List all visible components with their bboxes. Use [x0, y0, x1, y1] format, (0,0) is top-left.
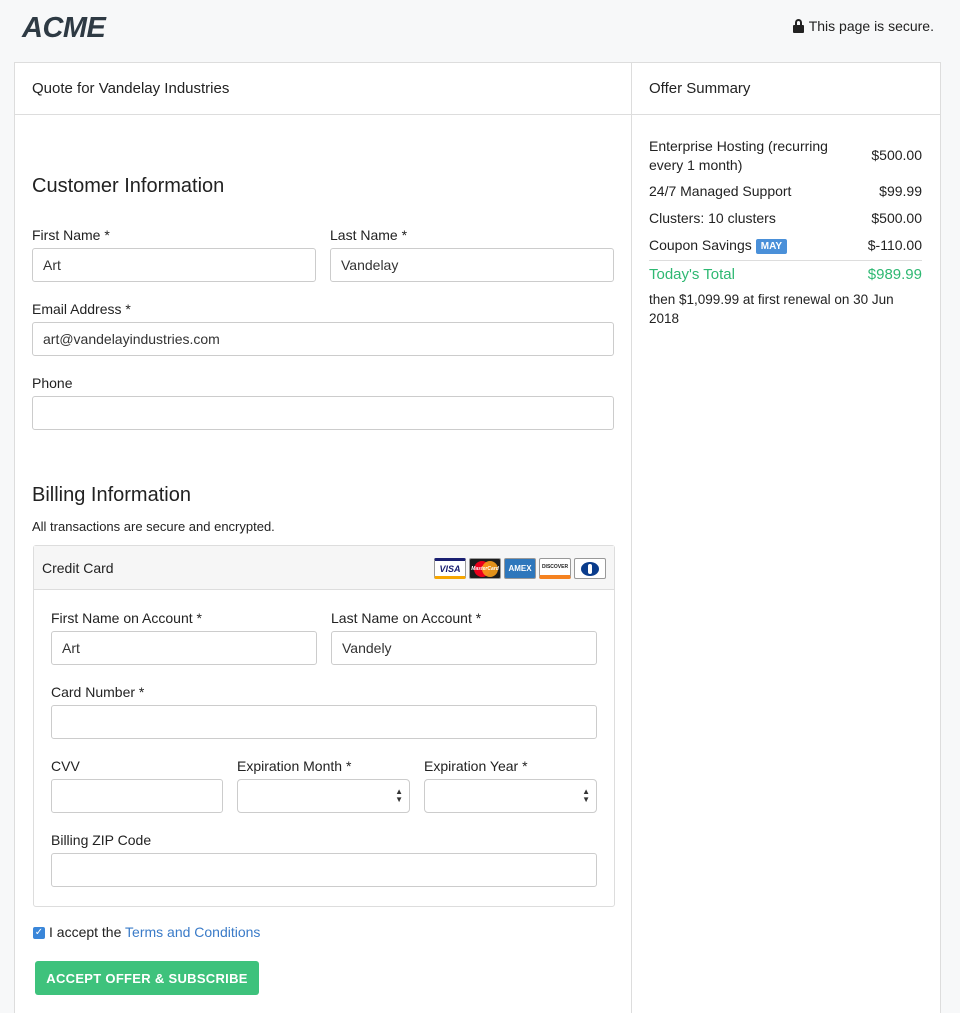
- total-label: Today's Total: [649, 266, 735, 283]
- panel-title: Quote for Vandelay Industries: [15, 63, 631, 115]
- total-amount: $989.99: [867, 266, 922, 283]
- last-name-input[interactable]: Vandelay: [330, 248, 614, 282]
- zip-input[interactable]: [51, 853, 597, 887]
- secure-notice: This page is secure.: [792, 18, 934, 34]
- summary-divider: [649, 260, 922, 261]
- expiration-month-select[interactable]: ▲ ▼: [237, 779, 410, 813]
- secure-text: This page is secure.: [808, 18, 934, 34]
- expiration-month-label: Expiration Month *: [237, 758, 352, 774]
- phone-label: Phone: [32, 375, 73, 391]
- todays-total: Today's Total $989.99: [649, 266, 922, 283]
- acme-logo: ACME: [22, 12, 106, 44]
- zip-label: Billing ZIP Code: [51, 832, 152, 848]
- last-name-label: Last Name *: [330, 227, 408, 243]
- line-item-amount: $500.00: [871, 210, 922, 226]
- line-item-label: Coupon Savings MAY: [649, 237, 788, 254]
- line-item-amount: $-110.00: [867, 237, 922, 253]
- cvv-label: CVV: [51, 758, 80, 774]
- line-item-label: 24/7 Managed Support: [649, 183, 792, 199]
- diners-club-icon: [574, 558, 606, 579]
- line-item-amount: $99.99: [879, 183, 922, 199]
- expiration-year-select[interactable]: ▲ ▼: [424, 779, 597, 813]
- terms-checkbox[interactable]: ✓: [33, 927, 45, 939]
- offer-summary-title: Offer Summary: [632, 63, 940, 115]
- discover-icon: DISCOVER: [539, 558, 571, 579]
- select-arrows-icon: ▲ ▼: [582, 787, 590, 804]
- first-name-input[interactable]: Art: [32, 248, 316, 282]
- card-logos: VISA MasterCard AMEX DISCOVER: [434, 558, 606, 579]
- summary-line-item: Coupon Savings MAY $-110.00: [649, 237, 922, 254]
- terms-link[interactable]: Terms and Conditions: [125, 924, 260, 940]
- lock-icon: [792, 19, 804, 33]
- line-item-amount: $500.00: [871, 147, 922, 163]
- email-label: Email Address *: [32, 301, 131, 317]
- line-item-label: Enterprise Hosting (recurring every 1 mo…: [649, 138, 828, 173]
- account-last-name-input[interactable]: Vandely: [331, 631, 597, 665]
- phone-input[interactable]: [32, 396, 614, 430]
- card-number-input[interactable]: [51, 705, 597, 739]
- billing-info-heading: Billing Information: [32, 484, 191, 506]
- billing-note: All transactions are secure and encrypte…: [32, 519, 275, 534]
- terms-label: I accept the Terms and Conditions: [49, 924, 261, 940]
- amex-icon: AMEX: [504, 558, 536, 579]
- cvv-input[interactable]: [51, 779, 223, 813]
- credit-card-header: Credit Card VISA MasterCard AMEX DISCOVE…: [34, 546, 614, 590]
- summary-line-item: Enterprise Hosting (recurring every 1 mo…: [649, 137, 922, 175]
- email-input[interactable]: art@vandelayindustries.com: [32, 322, 614, 356]
- select-arrows-icon: ▲ ▼: [395, 787, 403, 804]
- line-item-label: Clusters: 10 clusters: [649, 210, 776, 226]
- quote-panel: Quote for Vandelay Industries Customer I…: [14, 62, 632, 1013]
- credit-card-label: Credit Card: [42, 560, 114, 576]
- card-number-label: Card Number *: [51, 684, 145, 700]
- account-first-name-label: First Name on Account *: [51, 610, 202, 626]
- accept-offer-button[interactable]: ACCEPT OFFER & SUBSCRIBE: [35, 961, 259, 995]
- offer-summary-panel: Offer Summary Enterprise Hosting (recurr…: [631, 62, 941, 1013]
- visa-icon: VISA: [434, 558, 466, 579]
- account-first-name-input[interactable]: Art: [51, 631, 317, 665]
- first-name-label: First Name *: [32, 227, 110, 243]
- summary-line-item: Clusters: 10 clusters $500.00: [649, 210, 922, 226]
- credit-card-section: Credit Card VISA MasterCard AMEX DISCOVE…: [33, 545, 615, 907]
- account-last-name-label: Last Name on Account *: [331, 610, 482, 626]
- renewal-note: then $1,099.99 at first renewal on 30 Ju…: [649, 292, 894, 326]
- mastercard-icon: MasterCard: [469, 558, 501, 579]
- coupon-badge: MAY: [755, 239, 788, 254]
- expiration-year-label: Expiration Year *: [424, 758, 528, 774]
- summary-line-item: 24/7 Managed Support $99.99: [649, 183, 922, 199]
- customer-info-heading: Customer Information: [32, 175, 225, 197]
